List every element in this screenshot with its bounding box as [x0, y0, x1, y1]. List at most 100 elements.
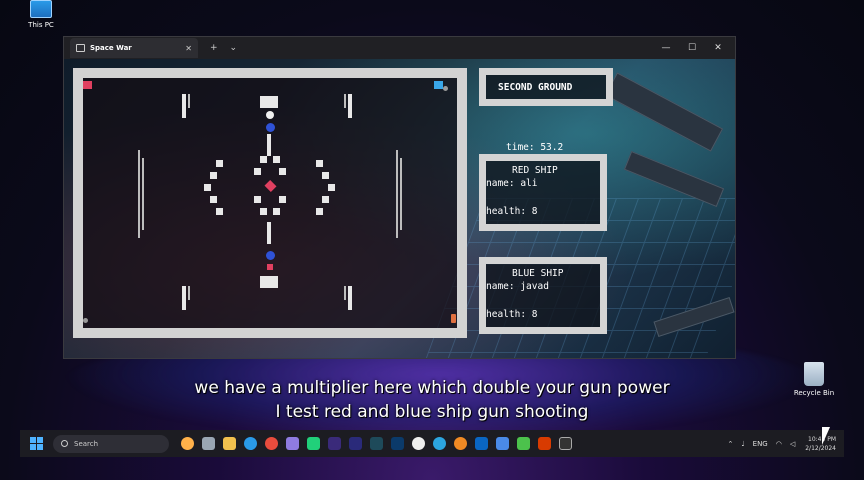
- close-button[interactable]: ✕: [705, 43, 731, 53]
- ground-label: SECOND GROUND: [498, 82, 573, 93]
- red-ship-base: [260, 96, 278, 108]
- bracket-block: [216, 160, 223, 167]
- bracket-block: [216, 208, 223, 215]
- audition-icon[interactable]: [370, 437, 383, 450]
- edge-icon[interactable]: [244, 437, 257, 450]
- terminal-icon[interactable]: [559, 437, 572, 450]
- red-ship-health: health: 8: [486, 206, 538, 217]
- blue-bullet: [266, 123, 275, 132]
- powerpoint-icon[interactable]: [538, 437, 551, 450]
- tab-title: Space War: [90, 44, 132, 52]
- photoshop-icon[interactable]: [391, 437, 404, 450]
- wall-post: [188, 94, 190, 108]
- red-ship-title: RED SHIP: [512, 165, 558, 176]
- bracket-block: [316, 160, 323, 167]
- teams-icon[interactable]: [496, 437, 509, 450]
- app-icon[interactable]: [517, 437, 530, 450]
- window-titlebar: Space War ✕ + ⌄ — ☐ ✕: [64, 37, 735, 59]
- window-controls: — ☐ ✕: [653, 37, 731, 59]
- game-canvas[interactable]: SECOND GROUND time: 53.2 RED SHIP name: …: [64, 59, 735, 358]
- center-column: [267, 134, 271, 156]
- blue-ship-marker: [434, 81, 443, 89]
- bracket-block: [322, 172, 329, 179]
- telegram-icon[interactable]: [433, 437, 446, 450]
- red-ship-marker: [83, 81, 92, 89]
- red-ship-panel: RED SHIP name: ali health: 8: [479, 154, 607, 231]
- microphone-icon[interactable]: ♩: [741, 440, 744, 448]
- clock-date: 2/12/2024: [805, 444, 836, 452]
- premiere-icon[interactable]: [328, 437, 341, 450]
- desktop-icon-label: This PC: [28, 21, 54, 29]
- github-icon[interactable]: [286, 437, 299, 450]
- side-wall: [400, 158, 402, 230]
- wall-post: [344, 94, 346, 108]
- new-tab-button[interactable]: +: [210, 43, 218, 53]
- pycharm-icon[interactable]: [307, 437, 320, 450]
- clock[interactable]: 10:43 PM 2/12/2024: [805, 435, 836, 453]
- background-spaceship: [604, 72, 724, 152]
- diamond-block: [273, 208, 280, 215]
- center-column: [267, 222, 271, 244]
- wall-post: [188, 286, 190, 300]
- blue-ship-name: name: javad: [486, 281, 549, 292]
- time-display: time: 53.2: [506, 142, 564, 153]
- bracket-block: [204, 184, 211, 191]
- wifi-icon[interactable]: ◠: [776, 440, 782, 448]
- red-ship-name: name: ali: [486, 178, 538, 189]
- desktop-icon-this-pc[interactable]: This PC: [11, 0, 71, 29]
- blue-bullet: [266, 251, 275, 260]
- mouse-cursor-icon: [822, 427, 830, 445]
- wall-post: [182, 286, 186, 310]
- game-arena: [73, 68, 467, 338]
- windows-start-icon[interactable]: [30, 437, 43, 450]
- dot-marker: [443, 86, 448, 91]
- diamond-block: [254, 168, 261, 175]
- volume-icon[interactable]: ◁: [790, 440, 795, 448]
- taskbar: Search ⌃ ♩ ENG ◠ ◁ 10:43 PM 2/12/2024: [20, 430, 844, 457]
- red-bullet: [267, 264, 273, 270]
- tab-menu-chevron-icon[interactable]: ⌄: [230, 43, 238, 53]
- wall-post: [348, 94, 352, 118]
- ground-panel: SECOND GROUND: [479, 68, 613, 106]
- blue-ship-panel: BLUE SHIP name: javad health: 8: [479, 257, 607, 334]
- clock-time: 10:43 PM: [808, 435, 836, 443]
- file-explorer-icon[interactable]: [223, 437, 236, 450]
- diamond-block: [273, 156, 280, 163]
- system-tray: ⌃ ♩ ENG ◠ ◁ 10:43 PM 2/12/2024: [719, 430, 836, 457]
- diamond-block: [279, 196, 286, 203]
- blue-ship-title: BLUE SHIP: [512, 268, 564, 279]
- bracket-block: [316, 208, 323, 215]
- side-wall: [142, 158, 144, 230]
- computer-icon: [30, 0, 52, 18]
- side-wall: [396, 150, 398, 238]
- bracket-block: [210, 196, 217, 203]
- diamond-block: [260, 156, 267, 163]
- obs-icon[interactable]: [412, 437, 425, 450]
- bracket-block: [328, 184, 335, 191]
- linkedin-icon[interactable]: [475, 437, 488, 450]
- language-indicator[interactable]: ENG: [753, 440, 768, 448]
- taskbar-apps: [177, 437, 576, 450]
- heart-icon: [264, 179, 277, 193]
- tab-close-icon[interactable]: ✕: [185, 44, 192, 53]
- diamond-block: [254, 196, 261, 203]
- ghost-icon: [266, 111, 274, 119]
- wall-post: [182, 94, 186, 118]
- chevron-up-icon[interactable]: ⌃: [727, 440, 733, 448]
- blue-ship-base: [260, 276, 278, 288]
- taskbar-search[interactable]: Search: [53, 434, 169, 453]
- chrome-icon[interactable]: [265, 437, 278, 450]
- vlc-icon[interactable]: [454, 437, 467, 450]
- diamond-block: [260, 208, 267, 215]
- search-placeholder: Search: [74, 439, 99, 448]
- minimize-button[interactable]: —: [653, 43, 679, 53]
- dot-marker: [83, 318, 88, 323]
- maximize-button[interactable]: ☐: [679, 43, 705, 53]
- game-window: Space War ✕ + ⌄ — ☐ ✕ SECOND GROUND time…: [63, 36, 736, 359]
- window-tab[interactable]: Space War ✕: [70, 38, 198, 58]
- task-view-icon[interactable]: [202, 437, 215, 450]
- wall-post: [348, 286, 352, 310]
- browser-app-icon[interactable]: [181, 437, 194, 450]
- after-effects-icon[interactable]: [349, 437, 362, 450]
- wall-post: [344, 286, 346, 300]
